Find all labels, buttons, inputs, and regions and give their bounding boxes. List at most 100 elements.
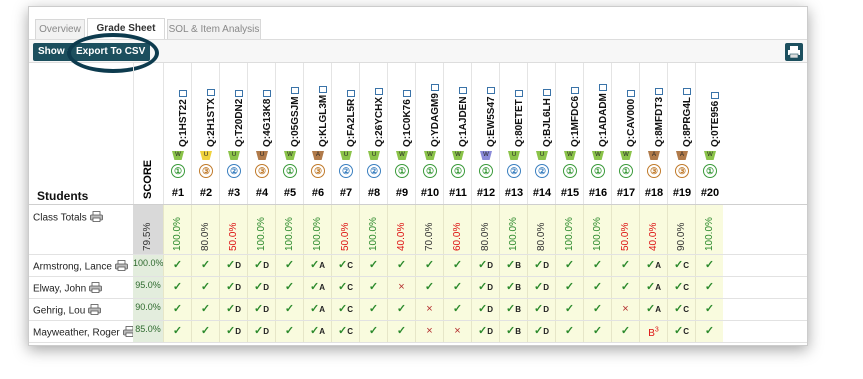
answer-cell[interactable]: ✓ <box>275 277 303 298</box>
question-preview-icon[interactable] <box>543 89 552 97</box>
print-icon[interactable] <box>785 43 803 61</box>
question-id[interactable]: Q:80ETET <box>501 69 527 147</box>
answer-cell[interactable]: ✓A <box>639 299 667 320</box>
question-preview-icon[interactable] <box>459 87 468 95</box>
answer-cell[interactable]: ✓D <box>471 277 499 298</box>
student-name[interactable]: Armstrong, Lance <box>33 260 128 274</box>
question-column-header[interactable]: Q:FA2L5R U ② #7 <box>331 63 359 205</box>
answer-cell[interactable]: ✓D <box>527 255 555 276</box>
answer-cell[interactable]: × <box>611 299 639 320</box>
answer-cell[interactable]: ✓ <box>583 277 611 298</box>
answer-cell[interactable]: ✓B <box>499 299 527 320</box>
question-id[interactable]: Q:05GSJM <box>277 69 303 147</box>
answer-cell[interactable]: ✓ <box>275 299 303 320</box>
question-id[interactable]: Q:T20DN2 <box>221 69 247 147</box>
answer-cell[interactable]: ✓ <box>415 255 443 276</box>
answer-cell[interactable]: ✓ <box>555 299 583 320</box>
answer-cell[interactable]: ✓ <box>555 277 583 298</box>
answer-cell[interactable]: ✓ <box>583 299 611 320</box>
answer-cell[interactable]: ✓B <box>499 321 527 342</box>
question-column-header[interactable]: Q:05GSJM W ① #5 <box>275 63 303 205</box>
question-column-header[interactable]: Q:1C0K76 W ① #9 <box>387 63 415 205</box>
answer-cell[interactable]: ✓ <box>443 255 471 276</box>
answer-cell[interactable]: ✓D <box>471 255 499 276</box>
question-column-header[interactable]: Q:2H1STX U ③ #2 <box>191 63 219 205</box>
question-id[interactable]: Q:KLGL3M <box>305 69 331 147</box>
answer-cell[interactable]: × <box>415 299 443 320</box>
question-preview-icon[interactable] <box>235 89 244 97</box>
question-id[interactable]: Q:FA2L5R <box>333 69 359 147</box>
question-preview-icon[interactable] <box>711 91 720 99</box>
printer-icon[interactable] <box>89 211 103 225</box>
question-id[interactable]: Q:1AJDEN <box>445 69 471 147</box>
student-name[interactable]: Elway, John <box>33 282 103 296</box>
question-preview-icon[interactable] <box>515 90 524 98</box>
question-column-header[interactable]: Q:1ADADM W ① #16 <box>583 63 611 205</box>
question-preview-icon[interactable] <box>207 89 216 97</box>
answer-cell[interactable]: ✓ <box>611 321 639 342</box>
answer-cell[interactable]: ✓ <box>695 255 723 276</box>
question-column-header[interactable]: Q:8MFDT3 A ③ #18 <box>639 63 667 205</box>
answer-cell[interactable]: ✓B <box>499 277 527 298</box>
answer-cell[interactable]: ✓ <box>163 321 191 342</box>
answer-cell[interactable]: × <box>443 321 471 342</box>
question-id[interactable]: Q:1HST22 <box>165 69 191 147</box>
question-preview-icon[interactable] <box>655 88 664 95</box>
answer-cell[interactable]: ✓D <box>471 299 499 320</box>
answer-cell[interactable]: ✓D <box>247 277 275 298</box>
answer-cell[interactable]: ✓D <box>219 321 247 342</box>
answer-cell[interactable]: × <box>415 321 443 342</box>
answer-cell[interactable]: ✓ <box>387 255 415 276</box>
question-column-header[interactable]: Q:80ETET U ② #13 <box>499 63 527 205</box>
answer-cell[interactable]: ✓ <box>191 321 219 342</box>
answer-cell[interactable]: ✓ <box>163 255 191 276</box>
question-id[interactable]: Q:2H1STX <box>193 69 219 147</box>
question-column-header[interactable]: Q:BJL6LH U ② #14 <box>527 63 555 205</box>
answer-cell[interactable]: ✓ <box>555 321 583 342</box>
answer-cell[interactable]: ✓A <box>303 255 331 276</box>
answer-cell[interactable]: ✓C <box>667 255 695 276</box>
student-name[interactable]: Mayweather, Roger <box>33 326 136 340</box>
answer-cell[interactable]: ✓ <box>695 277 723 298</box>
question-id[interactable]: Q:8MFDT3 <box>641 69 667 147</box>
question-id[interactable]: Q:0TE956 <box>697 69 723 147</box>
question-preview-icon[interactable] <box>599 84 608 92</box>
tab-overview[interactable]: Overview <box>35 19 85 39</box>
score-header[interactable]: SCORE <box>133 63 163 205</box>
question-preview-icon[interactable] <box>319 85 328 93</box>
question-preview-icon[interactable] <box>571 86 580 94</box>
answer-cell[interactable]: ✓D <box>527 299 555 320</box>
answer-cell[interactable]: ✓D <box>471 321 499 342</box>
answer-cell[interactable]: ✓A <box>639 277 667 298</box>
answer-cell[interactable]: ✓D <box>527 277 555 298</box>
printer-icon[interactable] <box>88 304 102 318</box>
answer-cell[interactable]: ✓ <box>695 321 723 342</box>
student-name[interactable]: Gehrig, Lou <box>33 304 102 318</box>
answer-cell[interactable]: ✓A <box>639 255 667 276</box>
answer-cell[interactable]: ✓A <box>303 277 331 298</box>
question-preview-icon[interactable] <box>263 89 272 97</box>
question-column-header[interactable]: Q:CAV000 W ① #17 <box>611 63 639 205</box>
question-id[interactable]: Q:1MFDC6 <box>557 69 583 147</box>
answer-cell[interactable]: ✓D <box>527 321 555 342</box>
question-id[interactable]: Q:BJL6LH <box>529 69 555 147</box>
answer-cell[interactable]: ✓ <box>191 299 219 320</box>
question-column-header[interactable]: Q:4G13K8 U ③ #4 <box>247 63 275 205</box>
question-column-header[interactable]: Q:KLGL3M A ③ #6 <box>303 63 331 205</box>
answer-cell[interactable]: × <box>387 277 415 298</box>
answer-cell[interactable]: ✓A <box>303 321 331 342</box>
question-column-header[interactable]: Q:8PRG4L A ③ #19 <box>667 63 695 205</box>
answer-cell[interactable]: ✓D <box>219 255 247 276</box>
answer-cell[interactable]: ✓ <box>359 277 387 298</box>
question-id[interactable]: Q:4G13K8 <box>249 69 275 147</box>
answer-cell[interactable]: ✓ <box>695 299 723 320</box>
answer-cell[interactable]: ✓ <box>275 255 303 276</box>
question-preview-icon[interactable] <box>291 87 300 95</box>
question-id[interactable]: Q:1ADADM <box>585 69 611 147</box>
answer-cell[interactable]: ✓ <box>191 255 219 276</box>
answer-cell[interactable]: ✓ <box>359 299 387 320</box>
question-column-header[interactable]: Q:26YCHX U ② #8 <box>359 63 387 205</box>
answer-cell[interactable]: ✓ <box>191 277 219 298</box>
answer-cell[interactable]: ✓ <box>583 321 611 342</box>
answer-cell[interactable]: ✓C <box>331 255 359 276</box>
